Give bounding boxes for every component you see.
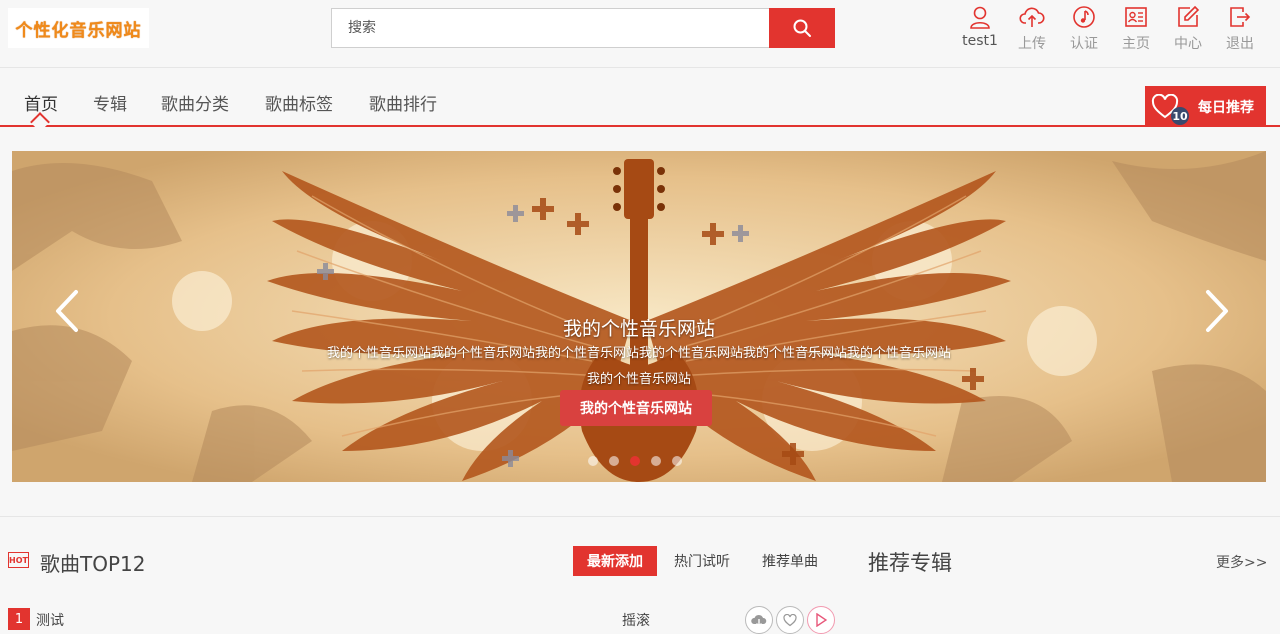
carousel-indicators (588, 456, 693, 466)
music-note-icon (1073, 6, 1095, 28)
carousel-dot-2[interactable] (609, 456, 619, 466)
nav-upload-label: 上传 (1018, 36, 1046, 52)
nav-logout-label: 退出 (1226, 36, 1254, 52)
logout-icon (1230, 7, 1251, 27)
daily-recommend-label: 每日推荐 (1198, 100, 1254, 116)
tab-album[interactable]: 专辑 (93, 90, 127, 115)
hot-icon: HOT (8, 552, 29, 568)
banner-cta-button[interactable]: 我的个性音乐网站 (560, 390, 712, 426)
site-logo[interactable]: 个性化音乐网站 (8, 8, 149, 48)
heart-outline-icon (783, 613, 797, 626)
song-genre: 摇滚 (622, 613, 650, 629)
play-icon (816, 613, 827, 627)
tab-recommended-singles[interactable]: 推荐单曲 (750, 546, 830, 576)
tab-song-ranking[interactable]: 歌曲排行 (369, 90, 437, 115)
edit-icon (1178, 5, 1200, 27)
search-button[interactable] (769, 8, 835, 48)
banner-title: 我的个性音乐网站 (562, 318, 715, 340)
search-icon (793, 19, 811, 37)
tab-hot-listen[interactable]: 热门试听 (662, 546, 742, 576)
banner-description: 我的个性音乐网站我的个性音乐网站我的个性音乐网站我的个性音乐网站我的个性音乐网站… (252, 341, 1026, 393)
nav-logout[interactable]: 退出 (1214, 4, 1266, 56)
nav-home-label: 主页 (1122, 36, 1150, 52)
nav-center[interactable]: 中心 (1162, 4, 1214, 56)
nav-certify[interactable]: 认证 (1058, 4, 1110, 56)
daily-count-badge: 10 (1171, 107, 1189, 125)
cloud-upload-icon (1019, 7, 1045, 27)
search-input[interactable] (331, 8, 771, 48)
banner-carousel: 我的个性音乐网站 我的个性音乐网站我的个性音乐网站我的个性音乐网站我的个性音乐网… (12, 151, 1266, 482)
tab-song-category[interactable]: 歌曲分类 (161, 90, 229, 115)
user-nav: test1 上传 认证 主页 中心 退出 (954, 4, 1266, 56)
id-card-icon (1125, 7, 1147, 27)
search-bar (331, 8, 835, 48)
carousel-dot-5[interactable] (672, 456, 682, 466)
tab-home[interactable]: 首页 (24, 90, 58, 115)
carousel-dot-3[interactable] (630, 456, 640, 466)
nav-user-label: test1 (962, 33, 998, 49)
tab-latest-added[interactable]: 最新添加 (573, 546, 657, 576)
banner-desc-line1: 我的个性音乐网站我的个性音乐网站我的个性音乐网站我的个性音乐网站我的个性音乐网站… (326, 346, 951, 361)
more-link[interactable]: 更多>> (1216, 552, 1267, 572)
nav-user[interactable]: test1 (954, 4, 1006, 56)
tab-song-tag[interactable]: 歌曲标签 (265, 90, 333, 115)
carousel-dot-4[interactable] (651, 456, 661, 466)
nav-center-label: 中心 (1174, 36, 1202, 52)
main-tabs: 首页 专辑 歌曲分类 歌曲标签 歌曲排行 10 每日推荐 (0, 69, 1280, 132)
logo-text: 个性化音乐网站 (15, 20, 142, 41)
nav-home[interactable]: 主页 (1110, 4, 1162, 56)
daily-recommend-button[interactable]: 10 每日推荐 (1145, 86, 1266, 126)
nav-certify-label: 认证 (1070, 36, 1098, 52)
nav-upload[interactable]: 上传 (1006, 4, 1058, 56)
active-tab-caret (30, 112, 50, 132)
top-songs-title: 歌曲TOP12 (40, 552, 146, 576)
section-divider (0, 516, 1280, 517)
song-rank: 1 (8, 608, 30, 630)
header: 个性化音乐网站 test1 上传 认证 主页 中心 退出 (0, 0, 1280, 68)
song-name[interactable]: 测试 (36, 610, 64, 630)
cloud-download-icon (751, 614, 767, 627)
user-icon (970, 6, 990, 29)
recommended-albums-title: 推荐专辑 (868, 551, 952, 575)
table-row[interactable]: 1 测试 摇滚 (8, 604, 848, 634)
carousel-dot-1[interactable] (588, 456, 598, 466)
